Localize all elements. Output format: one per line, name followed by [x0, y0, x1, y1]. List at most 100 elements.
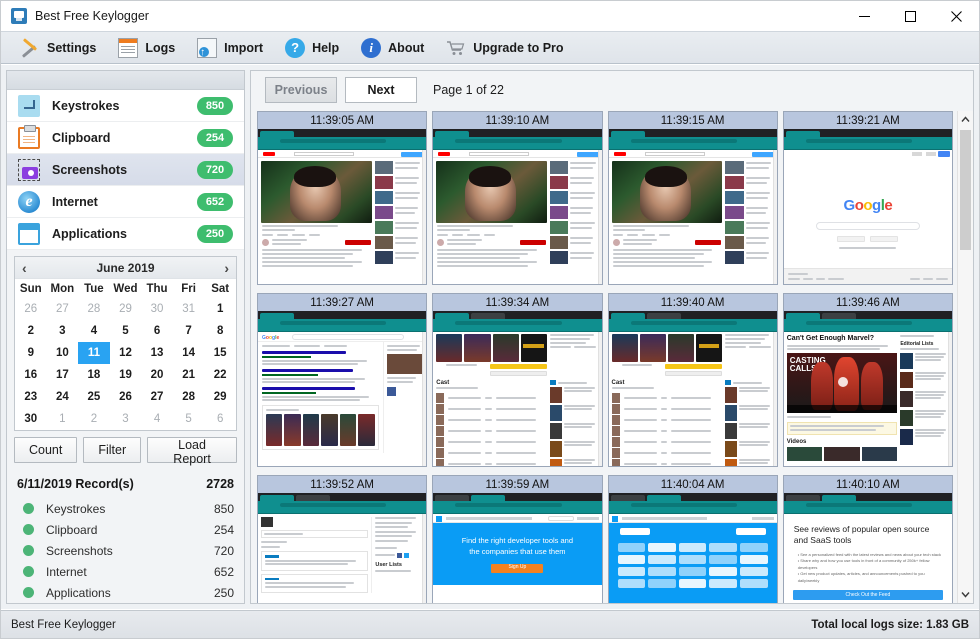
- calendar-day[interactable]: 27: [141, 386, 173, 408]
- sidebar-item-screenshots[interactable]: Screenshots 720: [7, 154, 244, 186]
- screenshot-preview-image[interactable]: Google: [258, 311, 426, 466]
- calendar-day[interactable]: 5: [110, 320, 142, 342]
- calendar-day[interactable]: 29: [204, 386, 236, 408]
- calendar-day[interactable]: 12: [110, 342, 142, 364]
- screenshot-preview-image[interactable]: Can't Get Enough Marvel?CASTINGCALLSVide…: [784, 311, 952, 466]
- thumb-cast-heading: Cast: [436, 380, 547, 386]
- close-button[interactable]: [933, 1, 979, 31]
- screenshot-preview-image[interactable]: Find the right developer tools andthe co…: [433, 493, 601, 603]
- screenshot-timestamp: 11:40:10 AM: [784, 476, 952, 493]
- calendar-day[interactable]: 16: [15, 364, 47, 386]
- load-report-button[interactable]: Load Report: [147, 437, 237, 463]
- calendar-day[interactable]: 15: [204, 342, 236, 364]
- scrollbar-thumb[interactable]: [960, 130, 971, 250]
- calendar-day[interactable]: 6: [141, 320, 173, 342]
- screenshot-preview-image[interactable]: User Lists: [258, 493, 426, 603]
- calendar-day[interactable]: 26: [110, 386, 142, 408]
- screenshot-preview-image[interactable]: [258, 129, 426, 284]
- screenshot-thumbnail[interactable]: 11:39:59 AMFind the right developer tool…: [432, 475, 602, 603]
- maximize-button[interactable]: [887, 1, 933, 31]
- calendar-day[interactable]: 3: [47, 320, 79, 342]
- screenshot-thumbnail[interactable]: 11:39:27 AMGoogle: [257, 293, 427, 467]
- screenshot-thumbnail[interactable]: 11:39:34 AMCast: [432, 293, 602, 467]
- calendar-day[interactable]: 4: [141, 408, 173, 430]
- calendar-day[interactable]: 1: [47, 408, 79, 430]
- calendar-day[interactable]: 23: [15, 386, 47, 408]
- filter-button[interactable]: Filter: [83, 437, 141, 463]
- calendar-day[interactable]: 4: [78, 320, 110, 342]
- calendar-day[interactable]: 28: [173, 386, 205, 408]
- scroll-up-icon[interactable]: [958, 111, 973, 128]
- calendar-day[interactable]: 21: [173, 364, 205, 386]
- screenshot-preview-image[interactable]: See reviews of popular open source and S…: [784, 493, 952, 603]
- calendar-day-selected[interactable]: 11: [78, 342, 110, 364]
- calendar-day[interactable]: 3: [110, 408, 142, 430]
- scrollbar-track[interactable]: [958, 128, 973, 586]
- screenshot-preview-image[interactable]: [609, 493, 777, 603]
- calendar-day[interactable]: 30: [15, 408, 47, 430]
- sidebar-item-keystrokes[interactable]: Keystrokes 850: [7, 90, 244, 122]
- toolbar-item-logs[interactable]: Logs: [107, 31, 186, 64]
- calendar-day[interactable]: 5: [173, 408, 205, 430]
- calendar-day[interactable]: 30: [141, 298, 173, 320]
- screenshot-preview-image[interactable]: [433, 129, 601, 284]
- calendar-day[interactable]: 19: [110, 364, 142, 386]
- screenshot-thumbnail[interactable]: 11:39:10 AM: [432, 111, 602, 285]
- minimize-button[interactable]: [841, 1, 887, 31]
- calendar-day[interactable]: 28: [78, 298, 110, 320]
- screenshot-preview-image[interactable]: Google: [784, 129, 952, 284]
- calendar-day[interactable]: 7: [173, 320, 205, 342]
- calendar-day[interactable]: 29: [110, 298, 142, 320]
- calendar-day[interactable]: 14: [173, 342, 205, 364]
- sidebar-badge-applications: 250: [197, 225, 233, 243]
- calendar-day[interactable]: 18: [78, 364, 110, 386]
- screenshots-scrollbar[interactable]: [957, 111, 973, 603]
- screenshot-thumbnail[interactable]: 11:39:52 AMUser Lists: [257, 475, 427, 603]
- toolbar-item-help[interactable]: ? Help: [274, 31, 350, 64]
- screenshot-thumbnail[interactable]: 11:39:21 AMGoogle: [783, 111, 953, 285]
- calendar-day[interactable]: 2: [78, 408, 110, 430]
- screenshot-thumbnail[interactable]: 11:40:04 AM: [608, 475, 778, 603]
- sidebar-item-internet[interactable]: e Internet 652: [7, 186, 244, 218]
- calendar-day[interactable]: 6: [204, 408, 236, 430]
- sidebar-badge-keystrokes: 850: [197, 97, 233, 115]
- screenshot-timestamp: 11:40:04 AM: [609, 476, 777, 493]
- screenshot-thumbnail[interactable]: 11:39:46 AMCan't Get Enough Marvel?CASTI…: [783, 293, 953, 467]
- calendar-day[interactable]: 17: [47, 364, 79, 386]
- count-button[interactable]: Count: [14, 437, 77, 463]
- screenshot-preview-image[interactable]: Cast: [433, 311, 601, 466]
- calendar-prev-month-icon[interactable]: ‹: [22, 261, 27, 275]
- calendar-day[interactable]: 26: [15, 298, 47, 320]
- previous-page-button[interactable]: Previous: [265, 77, 337, 103]
- calendar-day[interactable]: 20: [141, 364, 173, 386]
- calendar-day[interactable]: 2: [15, 320, 47, 342]
- screenshot-preview-image[interactable]: Cast: [609, 311, 777, 466]
- calendar-day[interactable]: 22: [204, 364, 236, 386]
- calendar-day[interactable]: 24: [47, 386, 79, 408]
- calendar-day[interactable]: 13: [141, 342, 173, 364]
- mini-browser-address-bar: [609, 319, 777, 326]
- scroll-down-icon[interactable]: [958, 586, 973, 603]
- screenshot-thumbnail[interactable]: 11:39:40 AMCast: [608, 293, 778, 467]
- calendar-next-month-icon[interactable]: ›: [224, 261, 229, 275]
- toolbar-item-upgrade[interactable]: Upgrade to Pro: [435, 31, 574, 64]
- screenshot-thumbnail[interactable]: 11:39:15 AM: [608, 111, 778, 285]
- calendar-day[interactable]: 9: [15, 342, 47, 364]
- screenshot-preview-image[interactable]: [609, 129, 777, 284]
- calendar-day[interactable]: 31: [173, 298, 205, 320]
- calendar-day[interactable]: 27: [47, 298, 79, 320]
- calendar-day[interactable]: 25: [78, 386, 110, 408]
- toolbar-item-import[interactable]: Import: [186, 31, 274, 64]
- calendar-day[interactable]: 1: [204, 298, 236, 320]
- screenshot-thumbnail[interactable]: 11:39:05 AM: [257, 111, 427, 285]
- question-circle-icon: ?: [285, 38, 305, 58]
- calendar-day[interactable]: 8: [204, 320, 236, 342]
- toolbar-label-upgrade: Upgrade to Pro: [473, 41, 563, 55]
- toolbar-item-about[interactable]: i About: [350, 31, 435, 64]
- sidebar-item-clipboard[interactable]: Clipboard 254: [7, 122, 244, 154]
- next-page-button[interactable]: Next: [345, 77, 417, 103]
- screenshot-thumbnail[interactable]: 11:40:10 AMSee reviews of popular open s…: [783, 475, 953, 603]
- calendar-day[interactable]: 10: [47, 342, 79, 364]
- sidebar-item-applications[interactable]: Applications 250: [7, 218, 244, 250]
- toolbar-item-settings[interactable]: Settings: [9, 31, 107, 64]
